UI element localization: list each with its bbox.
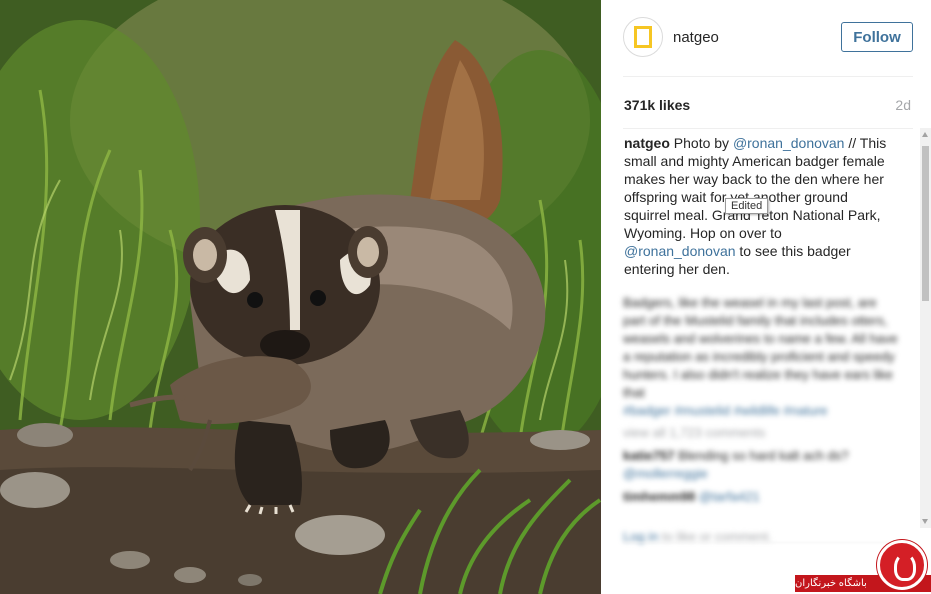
natgeo-logo-icon	[634, 26, 652, 48]
scroll-up-arrow-icon[interactable]	[922, 132, 928, 137]
post-photo[interactable]	[0, 0, 601, 594]
comment-user[interactable]: katie757	[623, 448, 674, 463]
view-all-comments-link[interactable]: view all 1,723 comments	[623, 424, 898, 442]
caption-mention-link[interactable]: @ronan_donovan	[733, 135, 845, 151]
likes-count[interactable]: 371k likes	[624, 97, 690, 113]
hashtags[interactable]: #badger #mustelid #wildlife #nature	[623, 402, 898, 420]
post-header: natgeo Follow	[623, 16, 913, 58]
avatar[interactable]	[623, 17, 663, 57]
header-divider	[623, 76, 913, 77]
watermark-circle-icon	[877, 540, 927, 590]
post-age[interactable]: 2d	[895, 97, 911, 113]
comment-text: Blending so hard kalt ach ds?	[674, 448, 849, 463]
caption-mention-link-2[interactable]: @ronan_donovan	[624, 243, 736, 259]
watermark-logo: باشگاه خبرنگاران	[795, 540, 931, 594]
edited-tooltip: Edited	[725, 198, 769, 214]
likes-divider	[623, 128, 913, 129]
comment-item: katie757 Blending so hard kalt ach ds? @…	[623, 447, 898, 483]
blurred-comments: Badgers, like the weasel in my last post…	[623, 294, 898, 546]
caption-author-link[interactable]: natgeo	[624, 135, 670, 151]
comment-user[interactable]: timhemm98	[623, 489, 695, 504]
scrollbar-thumb[interactable]	[922, 146, 929, 301]
username-link[interactable]: natgeo	[673, 29, 719, 46]
comment-mention[interactable]: @mollerreggie	[623, 466, 708, 481]
badger-photo-illustration	[0, 0, 601, 594]
caption-continued: Badgers, like the weasel in my last post…	[623, 295, 898, 400]
comment-mention[interactable]: @tarfa421	[699, 489, 760, 504]
caption-text-1: Photo by	[673, 135, 733, 151]
scroll-down-arrow-icon[interactable]	[922, 519, 928, 524]
follow-button[interactable]: Follow	[841, 22, 913, 52]
comments-scrollbar[interactable]	[920, 128, 931, 528]
post-details-panel: natgeo Follow 371k likes 2d natgeo Photo…	[601, 0, 931, 594]
comment-item: timhemm98 @tarfa421	[623, 488, 898, 506]
